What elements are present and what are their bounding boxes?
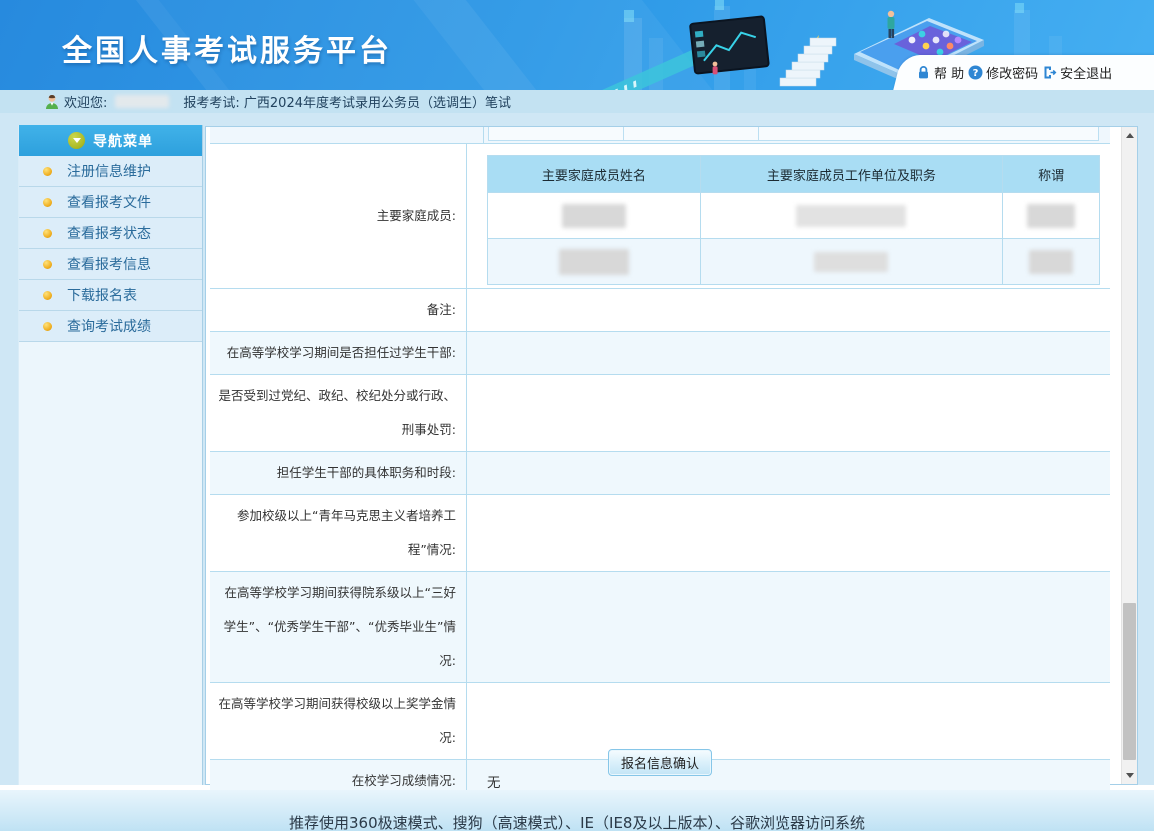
truncated-row-label	[210, 127, 484, 143]
field-label: 在高等学校学习期间获得院系级以上“三好学生”、“优秀学生干部”、“优秀毕业生”情…	[214, 576, 456, 678]
field-label: 在高等学校学习期间是否担任过学生干部:	[214, 336, 456, 370]
lock-icon	[916, 65, 931, 80]
redacted-name	[559, 249, 629, 275]
field-row-cadre-duty: 担任学生干部的具体职务和时段:	[210, 452, 1110, 495]
sidebar-item-label: 查看报考信息	[67, 254, 151, 274]
field-value	[467, 572, 1110, 682]
field-label: 参加校级以上“青年马克思主义者培养工程”情况:	[214, 499, 456, 567]
page-footer: 推荐使用360极速模式、搜狗（高速模式）、IE（IE8及以上版本）、谷歌浏览器访…	[0, 790, 1154, 831]
field-row-remark: 备注:	[210, 289, 1110, 332]
bullet-icon	[43, 198, 52, 207]
sidebar-item-exam-info[interactable]: 查看报考信息	[19, 249, 202, 280]
main-panel: 主要家庭成员: 主要家庭成员姓名 主要家庭成员工作单位及职务 称谓	[205, 126, 1138, 785]
field-label: 担任学生干部的具体职务和时段:	[214, 456, 456, 490]
field-row-student-cadre: 在高等学校学习期间是否担任过学生干部:	[210, 332, 1110, 375]
change-password-label: 修改密码	[986, 63, 1038, 82]
vertical-scrollbar[interactable]	[1121, 127, 1137, 784]
truncated-inner-table	[488, 127, 1099, 141]
scrollbar-thumb[interactable]	[1123, 603, 1136, 760]
site-title: 全国人事考试服务平台	[62, 26, 392, 70]
field-label: 备注:	[214, 293, 456, 327]
field-row-honors: 在高等学校学习期间获得院系级以上“三好学生”、“优秀学生干部”、“优秀毕业生”情…	[210, 572, 1110, 683]
bullet-icon	[43, 167, 52, 176]
question-icon: ?	[968, 65, 983, 80]
family-members-value-cell: 主要家庭成员姓名 主要家庭成员工作单位及职务 称谓	[467, 144, 1110, 288]
page: 全国人事考试服务平台	[0, 0, 1154, 831]
field-value	[467, 289, 1110, 331]
user-avatar-icon	[45, 94, 59, 109]
family-members-table: 主要家庭成员姓名 主要家庭成员工作单位及职务 称谓	[487, 155, 1100, 285]
bullet-icon	[43, 291, 52, 300]
sidebar-item-exam-files[interactable]: 查看报考文件	[19, 187, 202, 218]
app-header: 全国人事考试服务平台	[0, 0, 1154, 90]
svg-text:?: ?	[973, 68, 979, 79]
help-label: 帮 助	[934, 63, 964, 82]
family-table-header: 主要家庭成员姓名 主要家庭成员工作单位及职务 称谓	[488, 156, 1099, 192]
nav-menu-title: 导航菜单	[93, 131, 153, 151]
registration-info-table: 主要家庭成员: 主要家庭成员姓名 主要家庭成员工作单位及职务 称谓	[210, 127, 1110, 803]
sidebar-item-label: 注册信息维护	[67, 161, 151, 181]
field-label: 主要家庭成员:	[214, 199, 456, 233]
sidebar-item-register-info[interactable]: 注册信息维护	[19, 156, 202, 187]
logout-button[interactable]: 安全退出	[1042, 63, 1112, 82]
col-header-work-unit: 主要家庭成员工作单位及职务	[701, 156, 1004, 192]
exam-info: 报考考试: 广西2024年度考试录用公务员（选调生）笔试	[183, 92, 511, 111]
redacted-work-unit	[814, 252, 888, 272]
truncated-row	[210, 127, 1110, 144]
redacted-relation	[1029, 250, 1073, 274]
sidebar: 导航菜单 注册信息维护 查看报考文件 查看报考状态 查看报考信息 下载报名表 查…	[18, 125, 203, 785]
welcome-greeting: 欢迎您:	[64, 92, 107, 111]
sidebar-item-label: 查询考试成绩	[67, 316, 151, 336]
bullet-icon	[43, 229, 52, 238]
bullet-icon	[43, 322, 52, 331]
nav-menu-header[interactable]: 导航菜单	[19, 125, 202, 156]
family-table-row	[488, 192, 1099, 238]
header-tools-panel: 帮 助 ? 修改密码 安全退出	[893, 55, 1154, 90]
logout-label: 安全退出	[1060, 63, 1112, 82]
family-table-row	[488, 238, 1099, 284]
field-value	[467, 452, 1110, 494]
change-password-button[interactable]: ? 修改密码	[968, 63, 1038, 82]
field-value	[467, 332, 1110, 374]
col-header-relation: 称谓	[1003, 156, 1099, 192]
logout-icon	[1042, 65, 1057, 80]
field-row-discipline: 是否受到过党纪、政纪、校纪处分或行政、刑事处罚:	[210, 375, 1110, 452]
user-name-redacted	[115, 95, 169, 108]
field-label: 在高等学校学习期间获得校级以上奖学金情况:	[214, 687, 456, 755]
browser-recommendation: 推荐使用360极速模式、搜狗（高速模式）、IE（IE8及以上版本）、谷歌浏览器访…	[0, 812, 1154, 831]
sidebar-item-exam-status[interactable]: 查看报考状态	[19, 218, 202, 249]
sidebar-item-download-form[interactable]: 下载报名表	[19, 280, 202, 311]
field-value	[467, 683, 1110, 759]
welcome-bar: 欢迎您: 报考考试: 广西2024年度考试录用公务员（选调生）笔试	[0, 90, 1154, 113]
field-value	[467, 375, 1110, 451]
bullet-icon	[43, 260, 52, 269]
help-button[interactable]: 帮 助	[916, 63, 964, 82]
field-value	[467, 495, 1110, 571]
sidebar-item-exam-scores[interactable]: 查询考试成绩	[19, 311, 202, 342]
field-label: 是否受到过党纪、政纪、校纪处分或行政、刑事处罚:	[214, 379, 456, 447]
sidebar-item-label: 查看报考文件	[67, 192, 151, 212]
family-members-label-cell: 主要家庭成员:	[210, 144, 467, 288]
col-header-name: 主要家庭成员姓名	[488, 156, 701, 192]
collapse-icon	[68, 132, 85, 149]
field-row-marxism-program: 参加校级以上“青年马克思主义者培养工程”情况:	[210, 495, 1110, 572]
confirm-registration-button[interactable]: 报名信息确认	[608, 749, 712, 776]
redacted-name	[562, 204, 626, 228]
redacted-work-unit	[796, 205, 906, 227]
scroll-down-arrow-icon[interactable]	[1122, 767, 1137, 784]
family-members-row: 主要家庭成员: 主要家庭成员姓名 主要家庭成员工作单位及职务 称谓	[210, 144, 1110, 289]
redacted-relation	[1027, 204, 1075, 228]
sidebar-item-label: 下载报名表	[67, 285, 137, 305]
scroll-up-arrow-icon[interactable]	[1122, 127, 1137, 144]
sidebar-item-label: 查看报考状态	[67, 223, 151, 243]
